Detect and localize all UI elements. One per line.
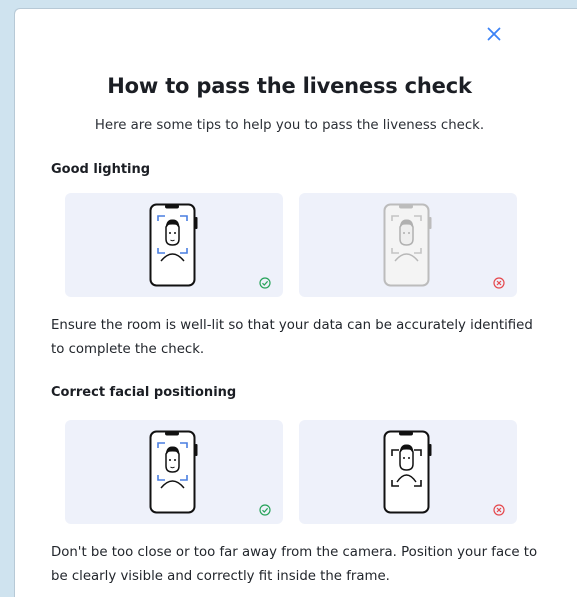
lighting-description: Ensure the room is well-lit so that your…	[51, 318, 533, 357]
x-circle-icon	[493, 504, 505, 516]
modal-title: How to pass the liveness check	[107, 74, 472, 98]
check-circle-icon	[259, 504, 271, 516]
modal-subtitle: Here are some tips to help you to pass t…	[94, 118, 485, 133]
phone-face-illustration	[149, 203, 198, 287]
lighting-good-example	[65, 193, 283, 297]
positioning-bad-example	[299, 420, 517, 524]
section-title-lighting: Good lighting	[51, 162, 151, 177]
lighting-bad-example	[299, 193, 517, 297]
check-circle-icon	[259, 277, 271, 289]
positioning-good-example	[65, 420, 283, 524]
phone-face-offframe-illustration	[383, 430, 432, 514]
close-icon	[487, 27, 501, 41]
x-circle-icon	[493, 277, 505, 289]
positioning-description: Don't be too close or too far away from …	[51, 545, 538, 584]
phone-face-centered-illustration	[149, 430, 198, 514]
close-button[interactable]	[483, 23, 505, 45]
section-title-positioning: Correct facial positioning	[51, 385, 237, 400]
liveness-tips-modal: How to pass the liveness check Here are …	[14, 8, 577, 597]
phone-face-dim-illustration	[383, 203, 432, 287]
